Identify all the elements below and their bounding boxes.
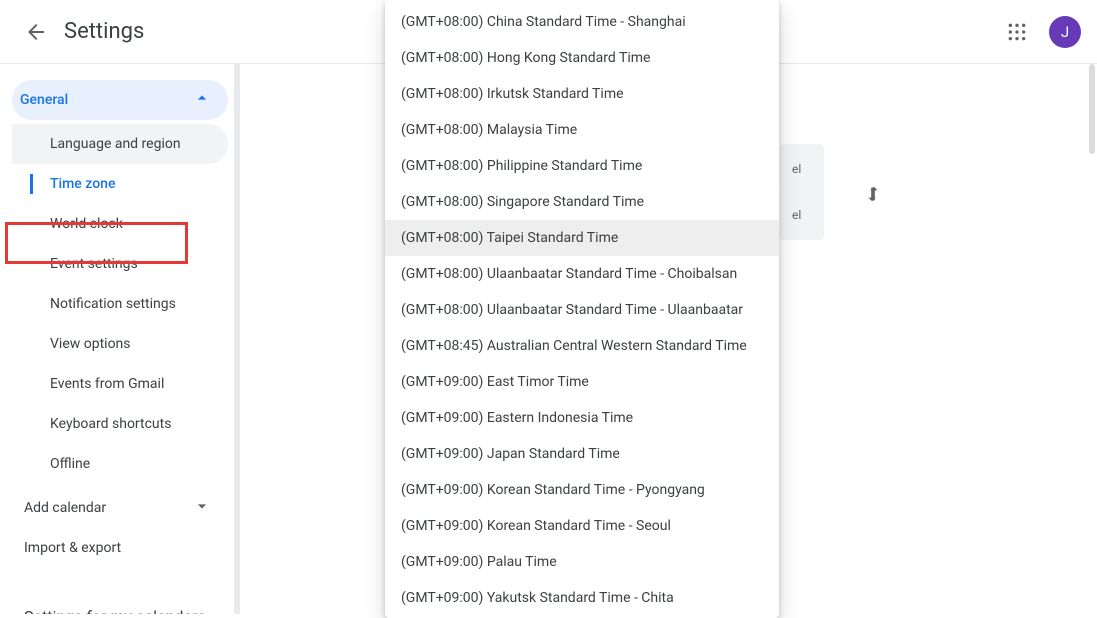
label-text: el [792, 162, 801, 176]
sidebar-item-label: Events from Gmail [50, 376, 164, 392]
timezone-option[interactable]: (GMT+09:00) Palau Time [385, 544, 779, 580]
sidebar-item-label: Event settings [50, 256, 138, 272]
label-field-1[interactable]: el [780, 144, 824, 194]
timezone-option[interactable]: (GMT+08:00) China Standard Time - Shangh… [385, 4, 779, 40]
sidebar-item-label: Time zone [50, 176, 115, 192]
sidebar-heading-settings-calendars: Settings for my calendars [12, 596, 228, 614]
sidebar-nav-group: Language and region Time zone World cloc… [12, 124, 240, 484]
timezone-option[interactable]: (GMT+08:45) Australian Central Western S… [385, 328, 779, 364]
sidebar-item-offline[interactable]: Offline [12, 444, 228, 484]
scrollbar-thumb[interactable] [1089, 64, 1095, 154]
sidebar-item-label: Import & export [24, 540, 121, 556]
sidebar-item-time-zone[interactable]: Time zone [12, 164, 228, 204]
chevron-up-icon [192, 88, 212, 112]
sidebar-item-notification-settings[interactable]: Notification settings [12, 284, 228, 324]
sidebar-item-world-clock[interactable]: World clock [12, 204, 228, 244]
sidebar-item-label: Notification settings [50, 296, 176, 312]
sidebar-item-language-region[interactable]: Language and region [12, 124, 228, 164]
timezone-option[interactable]: (GMT+09:00) Japan Standard Time [385, 436, 779, 472]
sidebar-item-label: Language and region [50, 136, 181, 152]
sidebar-item-label: View options [50, 336, 131, 352]
sidebar-heading-label: Settings for my calendars [24, 607, 206, 615]
timezone-option[interactable]: (GMT+08:00) Singapore Standard Time [385, 184, 779, 220]
apps-grid-icon[interactable] [997, 12, 1037, 52]
sidebar: General Language and region Time zone Wo… [0, 64, 240, 614]
timezone-option[interactable]: (GMT+08:00) Ulaanbaatar Standard Time - … [385, 256, 779, 292]
timezone-option[interactable]: (GMT+09:00) Eastern Indonesia Time [385, 400, 779, 436]
timezone-option[interactable]: (GMT+09:00) Yakutsk Standard Time - Chit… [385, 580, 779, 616]
timezone-option[interactable]: (GMT+09:00) Korean Standard Time - Seoul [385, 508, 779, 544]
page-title: Settings [64, 19, 144, 44]
sidebar-section-label: General [20, 92, 68, 108]
swap-icon[interactable] [855, 176, 891, 212]
sidebar-item-add-calendar[interactable]: Add calendar [12, 488, 228, 528]
timezone-dropdown[interactable]: (GMT+08:00) China Standard Time - Shangh… [385, 0, 779, 618]
sidebar-item-label: Keyboard shortcuts [50, 416, 171, 432]
page-scrollbar[interactable] [1087, 64, 1097, 614]
sidebar-item-event-settings[interactable]: Event settings [12, 244, 228, 284]
timezone-option[interactable]: (GMT+08:00) Hong Kong Standard Time [385, 40, 779, 76]
sidebar-item-label: Offline [50, 456, 90, 472]
timezone-option[interactable]: (GMT+09:00) Korean Standard Time - Pyong… [385, 472, 779, 508]
timezone-option[interactable]: (GMT+08:00) Philippine Standard Time [385, 148, 779, 184]
timezone-option[interactable]: (GMT+08:00) Ulaanbaatar Standard Time - … [385, 292, 779, 328]
sidebar-section-general[interactable]: General [12, 80, 228, 120]
header-right: J [997, 12, 1081, 52]
main: el el (GMT+08:00) China Standard Time - … [240, 64, 1097, 614]
timezone-option[interactable]: (GMT+08:00) Taipei Standard Time [385, 220, 779, 256]
sidebar-item-events-from-gmail[interactable]: Events from Gmail [12, 364, 228, 404]
timezone-option[interactable]: (GMT+09:00) East Timor Time [385, 364, 779, 400]
sidebar-item-keyboard-shortcuts[interactable]: Keyboard shortcuts [12, 404, 228, 444]
sidebar-item-label: World clock [50, 216, 123, 232]
sidebar-item-import-export[interactable]: Import & export [12, 528, 228, 568]
sidebar-item-view-options[interactable]: View options [12, 324, 228, 364]
body: General Language and region Time zone Wo… [0, 64, 1097, 614]
sidebar-item-label: Add calendar [24, 500, 106, 516]
avatar[interactable]: J [1049, 16, 1081, 48]
chevron-down-icon [192, 496, 212, 520]
back-arrow-icon[interactable] [16, 12, 56, 52]
label-text: el [792, 208, 801, 222]
label-field-2[interactable]: el [780, 190, 824, 240]
timezone-option[interactable]: (GMT+08:00) Irkutsk Standard Time [385, 76, 779, 112]
timezone-option[interactable]: (GMT+08:00) Malaysia Time [385, 112, 779, 148]
